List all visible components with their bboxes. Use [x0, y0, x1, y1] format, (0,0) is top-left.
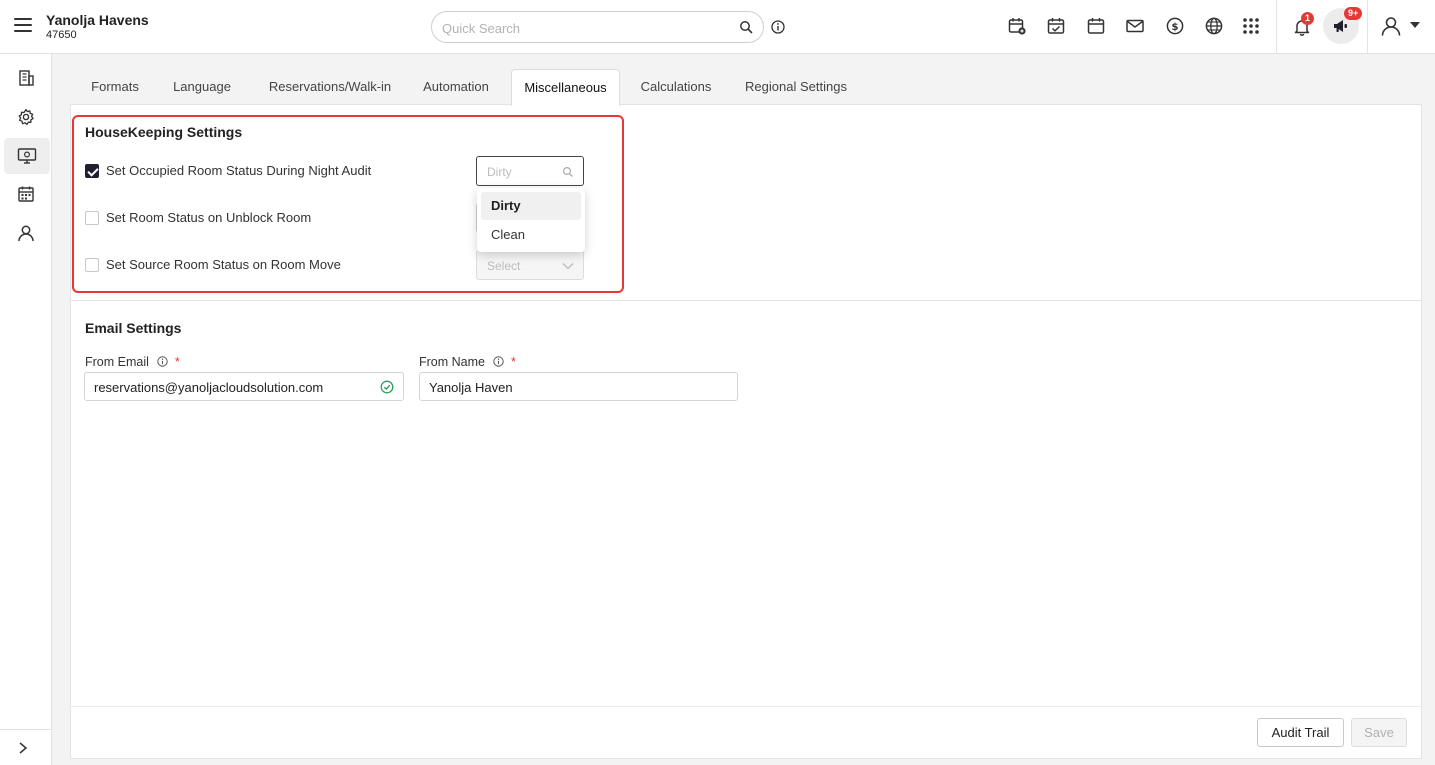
dropdown-option-dirty[interactable]: Dirty — [481, 192, 581, 220]
calendar-add-icon[interactable] — [1007, 16, 1027, 36]
caret-down-icon[interactable] — [1410, 22, 1420, 28]
tab-reservations-walk-in[interactable]: Reservations/Walk-in — [250, 69, 410, 105]
sidebar-expand-button[interactable] — [0, 729, 52, 765]
left-sidebar — [0, 54, 52, 765]
calendar-grid-icon — [18, 186, 34, 202]
footer-divider — [71, 706, 1421, 707]
quick-search[interactable] — [431, 11, 764, 43]
from-name-label: From Name * — [419, 355, 516, 369]
room-move-status-checkbox[interactable] — [85, 258, 99, 272]
tab-language[interactable]: Language — [160, 69, 244, 105]
toolbar-divider — [1367, 0, 1368, 54]
info-icon[interactable] — [157, 356, 169, 367]
calendar-check-icon[interactable] — [1046, 16, 1066, 36]
property-id: 47650 — [46, 29, 77, 41]
sidebar-item-settings[interactable] — [4, 99, 50, 135]
save-button[interactable]: Save — [1351, 718, 1407, 747]
room-move-status-label: Set Source Room Status on Room Move — [106, 257, 341, 272]
user-icon — [18, 225, 34, 242]
top-bar: Yanolja Havens 47650 $ 1 9+ — [0, 0, 1435, 54]
sidebar-item-user[interactable] — [4, 215, 50, 251]
dropdown-option-clean[interactable]: Clean — [481, 221, 581, 249]
calendar-icon[interactable] — [1086, 16, 1106, 36]
megaphone-icon — [1334, 20, 1347, 32]
gear-icon — [18, 108, 34, 125]
toolbar-divider — [1276, 0, 1277, 54]
email-settings-title: Email Settings — [85, 320, 182, 336]
tab-regional-settings[interactable]: Regional Settings — [732, 69, 860, 105]
from-name-input[interactable] — [429, 378, 699, 396]
occupied-room-status-select[interactable]: Dirty — [476, 156, 584, 186]
svg-text:$: $ — [1172, 22, 1179, 33]
chevron-right-icon — [19, 742, 28, 754]
quick-search-input[interactable] — [442, 18, 722, 38]
tab-miscellaneous[interactable]: Miscellaneous — [511, 69, 620, 106]
occupied-room-status-value: Dirty — [487, 165, 512, 179]
globe-icon[interactable] — [1204, 16, 1224, 36]
announcement-count-badge: 9+ — [1344, 7, 1363, 20]
apps-grid-icon[interactable] — [1241, 16, 1261, 36]
sidebar-item-monitor[interactable] — [4, 138, 50, 174]
tab-calculations[interactable]: Calculations — [630, 69, 722, 105]
unblock-room-status-checkbox[interactable] — [85, 211, 99, 225]
occupied-room-status-checkbox[interactable] — [85, 164, 99, 178]
info-icon[interactable] — [493, 356, 505, 367]
building-icon — [19, 70, 34, 86]
sidebar-item-schedule[interactable] — [4, 176, 50, 212]
tab-formats[interactable]: Formats — [70, 69, 160, 105]
chevron-down-icon — [562, 263, 574, 270]
property-name: Yanolja Havens — [46, 12, 149, 28]
room-status-dropdown: Dirty Clean — [477, 188, 585, 252]
audit-trail-button[interactable]: Audit Trail — [1257, 718, 1344, 747]
section-divider — [71, 300, 1421, 301]
unblock-room-status-label: Set Room Status on Unblock Room — [106, 210, 312, 225]
from-name-field[interactable] — [419, 372, 738, 401]
from-email-label: From Email * — [85, 355, 180, 369]
room-move-status-value: Select — [487, 259, 521, 273]
monitor-settings-icon — [17, 148, 37, 164]
check-circle-icon — [380, 380, 394, 394]
required-asterisk: * — [510, 355, 516, 369]
room-move-status-select[interactable]: Select — [476, 250, 584, 280]
notification-count-badge: 1 — [1301, 12, 1315, 25]
hamburger-menu-icon[interactable] — [14, 18, 32, 32]
currency-dollar-icon[interactable]: $ — [1165, 16, 1185, 36]
housekeeping-settings-title: HouseKeeping Settings — [85, 124, 243, 140]
mail-icon[interactable] — [1125, 16, 1145, 36]
info-icon[interactable] — [771, 20, 785, 34]
required-asterisk: * — [174, 355, 180, 369]
from-email-label-text: From Email — [85, 355, 149, 369]
search-icon[interactable] — [739, 20, 753, 34]
from-email-input[interactable] — [94, 378, 364, 396]
search-icon — [562, 166, 573, 177]
from-email-field[interactable] — [84, 372, 404, 401]
tab-automation[interactable]: Automation — [406, 69, 506, 105]
from-name-label-text: From Name — [419, 355, 485, 369]
occupied-room-status-label: Set Occupied Room Status During Night Au… — [106, 163, 372, 178]
sidebar-item-property[interactable] — [4, 60, 50, 96]
user-avatar-icon[interactable] — [1380, 15, 1402, 37]
